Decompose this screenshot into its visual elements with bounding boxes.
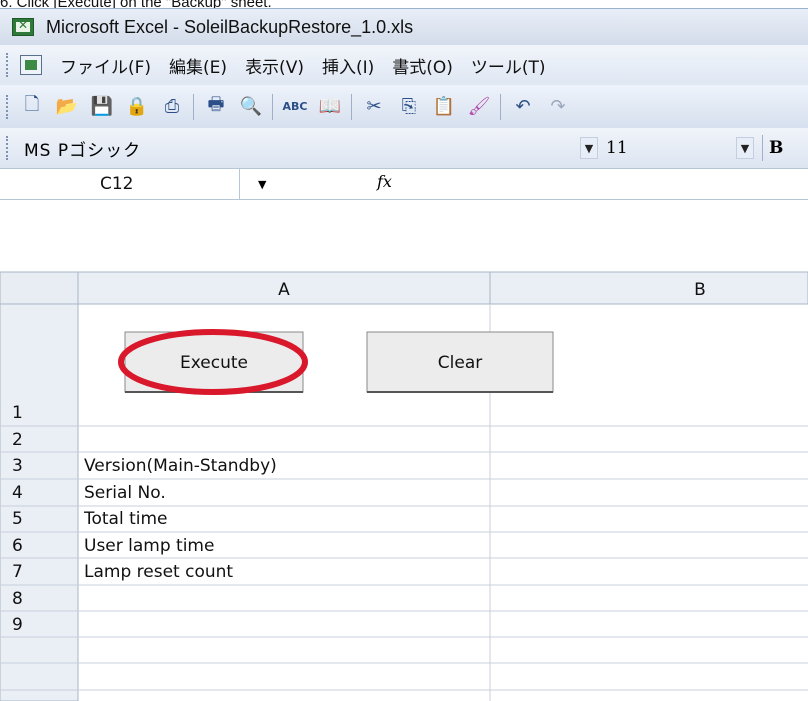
worksheet-grid: A B 1 2 3 4 5 6 7 8 9 Version(Main-Stand… (0, 200, 808, 701)
cell-a3[interactable]: Version(Main-Standby) (84, 456, 277, 476)
menu-view[interactable]: 表示(V) (245, 53, 304, 78)
grid-svg: A B 1 2 3 4 5 6 7 8 9 Version(Main-Stand… (0, 200, 808, 701)
row-number[interactable]: 2 (12, 430, 23, 450)
name-box-dropdown-icon[interactable]: ▼ (258, 178, 266, 191)
workbook-menu-icon[interactable] (20, 55, 42, 75)
preview-icon[interactable]: 🔍 (238, 94, 264, 120)
redo-icon[interactable]: ↷ (545, 94, 571, 120)
menu-insert[interactable]: 挿入(I) (322, 53, 374, 78)
toolbar-grip[interactable] (6, 53, 10, 77)
window-title: Microsoft Excel - SoleilBackupRestore_1.… (46, 16, 414, 37)
print-icon[interactable]: 🖶 (203, 94, 229, 120)
cell-a5[interactable]: Total time (83, 509, 168, 529)
row-number[interactable]: 8 (12, 589, 23, 609)
cell-a4[interactable]: Serial No. (84, 483, 166, 503)
font-name-dropdown-icon[interactable]: ▼ (580, 137, 598, 159)
menu-bar: ファイル(F) 編集(E) 表示(V) 挿入(I) 書式(O) ツール(T) (0, 45, 808, 85)
toolbar-grip[interactable] (6, 136, 10, 160)
format-painter-icon[interactable]: 🖌 (466, 94, 492, 120)
copy-icon[interactable]: ⎘ (396, 94, 422, 120)
font-name-select[interactable]: MS Pゴシック (20, 134, 580, 162)
toolbar-separator (351, 93, 352, 120)
row-number[interactable]: 5 (12, 509, 23, 529)
font-size-select[interactable]: 11 (606, 134, 736, 162)
excel-app-icon (12, 18, 34, 36)
row-number[interactable]: 6 (12, 536, 23, 556)
bold-button[interactable]: B (769, 134, 789, 162)
menu-edit[interactable]: 編集(E) (169, 53, 227, 78)
row-number[interactable]: 1 (12, 403, 23, 423)
undo-icon[interactable]: ↶ (510, 94, 536, 120)
research-icon[interactable]: 📖 (317, 94, 343, 120)
standard-toolbar: 🗋 📂 💾 🔒 ⎙ 🖶 🔍 ABC 📖 ✂ ⎘ 📋 🖌 ↶ ↷ (0, 85, 808, 128)
spelling-icon[interactable]: ABC (282, 94, 308, 120)
formula-bar: C12 ▼ fx (0, 168, 808, 200)
menu-file[interactable]: ファイル(F) (60, 53, 151, 78)
toolbar-separator (193, 93, 194, 120)
cell-a7[interactable]: Lamp reset count (84, 562, 233, 582)
formatting-toolbar: MS Pゴシック ▼ 11 ▼ B (0, 128, 808, 168)
row-number[interactable]: 7 (12, 562, 23, 582)
permission-icon[interactable]: 🔒 (124, 94, 150, 120)
font-size-dropdown-icon[interactable]: ▼ (736, 137, 754, 159)
insert-function-icon[interactable]: fx (377, 172, 392, 191)
column-label-b: B (694, 280, 706, 300)
menu-tools[interactable]: ツール(T) (471, 53, 546, 78)
cell-a6[interactable]: User lamp time (84, 536, 214, 556)
column-header-b[interactable] (489, 271, 808, 305)
title-bar: Microsoft Excel - SoleilBackupRestore_1.… (0, 8, 808, 45)
clear-button-label: Clear (438, 353, 482, 373)
menu-format[interactable]: 書式(O) (392, 53, 453, 78)
grid-top-area (0, 200, 808, 272)
instruction-caption: 6. Click [Execute] on the "Backup" sheet… (0, 0, 272, 11)
column-label-a: A (278, 280, 290, 300)
execute-button-label: Execute (180, 353, 248, 373)
toolbar-separator (500, 93, 501, 120)
row-number[interactable]: 3 (12, 456, 23, 476)
cut-icon[interactable]: ✂ (361, 94, 387, 120)
open-icon[interactable]: 📂 (54, 94, 80, 120)
row-number[interactable]: 9 (12, 615, 23, 635)
toolbar-grip[interactable] (6, 94, 10, 119)
name-box[interactable]: C12 (0, 169, 240, 199)
toolbar-separator (272, 93, 273, 120)
cell-reference: C12 (100, 174, 134, 194)
paste-icon[interactable]: 📋 (431, 94, 457, 120)
new-icon[interactable]: 🗋 (19, 94, 45, 120)
formula-input[interactable] (420, 169, 808, 199)
toolbar-separator (762, 135, 763, 161)
select-all-corner[interactable] (0, 271, 79, 305)
row-number[interactable]: 4 (12, 483, 23, 503)
save-icon[interactable]: 💾 (89, 94, 115, 120)
print-preview-icon[interactable]: ⎙ (159, 94, 185, 120)
